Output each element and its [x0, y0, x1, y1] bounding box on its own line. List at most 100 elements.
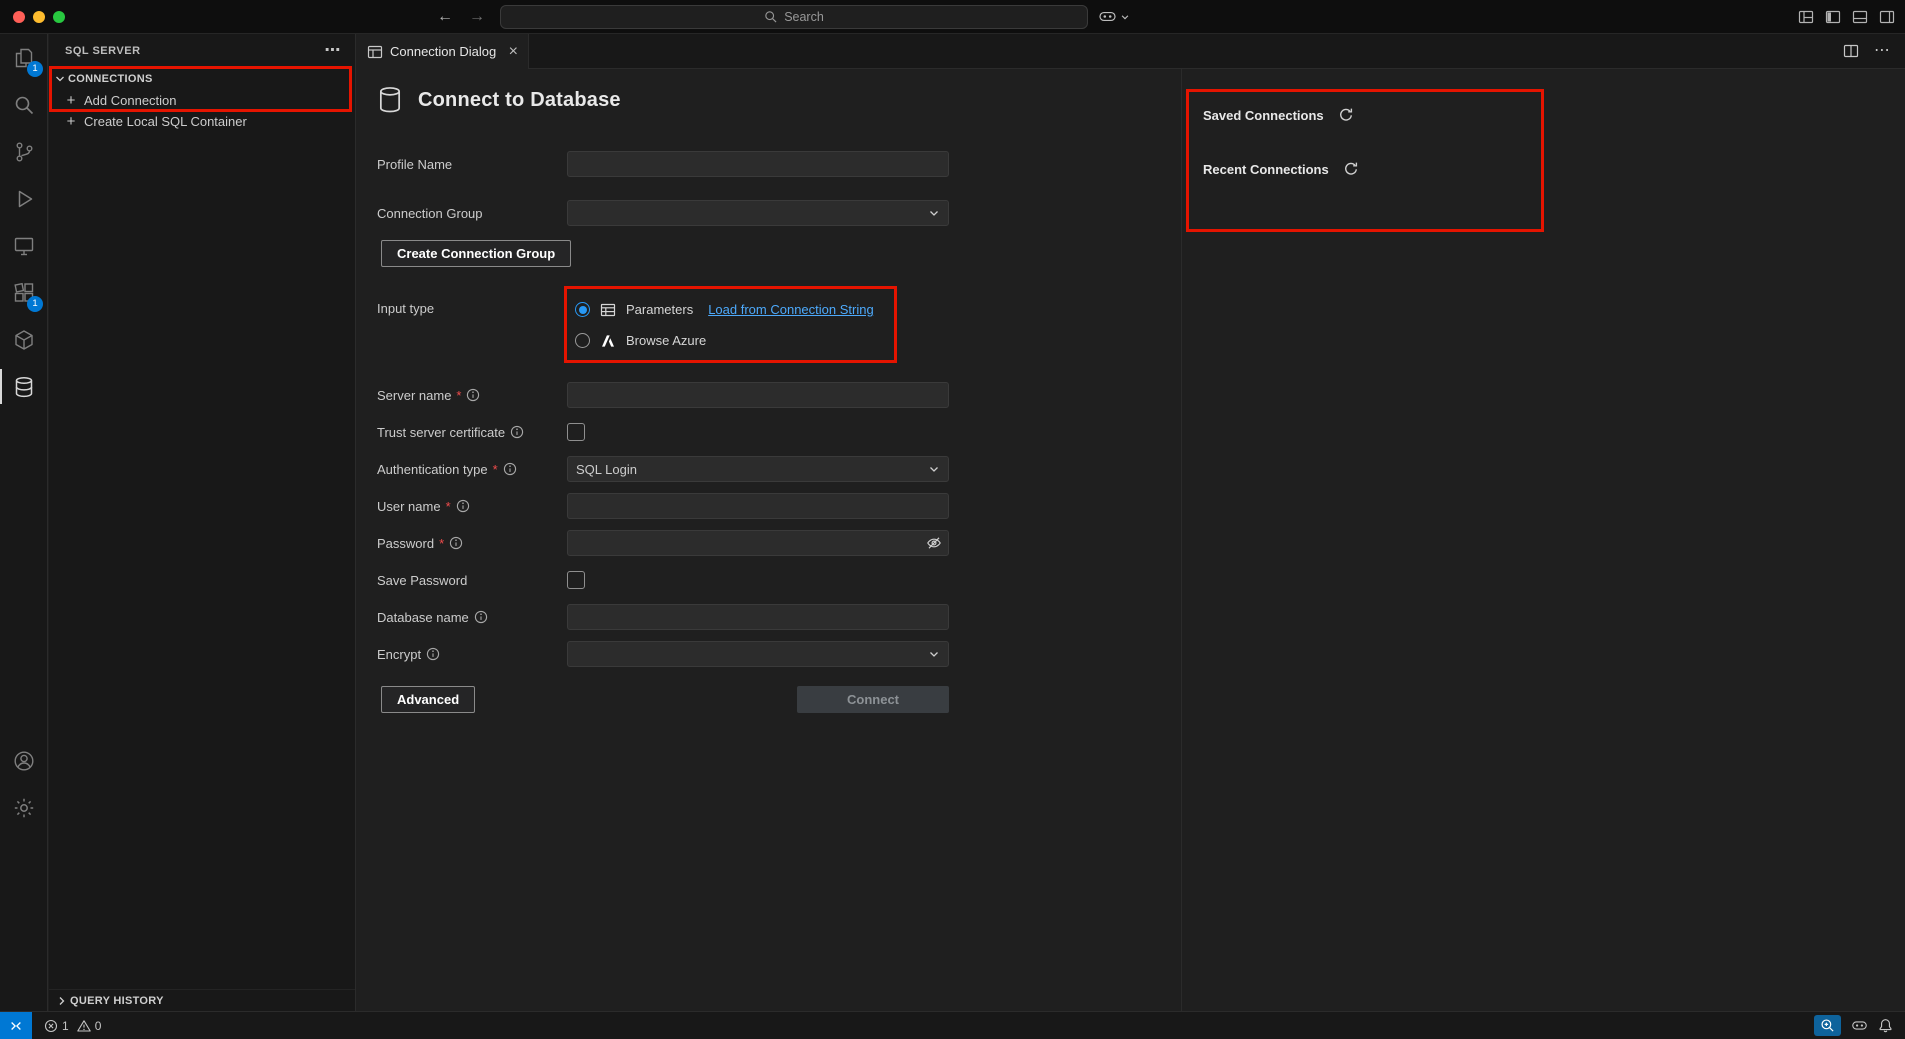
refresh-icon[interactable] [1338, 107, 1354, 123]
activity-remote-explorer-button[interactable] [0, 222, 47, 269]
info-icon[interactable] [510, 425, 524, 439]
info-icon[interactable] [474, 610, 488, 624]
close-tab-icon[interactable]: × [509, 44, 518, 60]
user-name-input[interactable] [567, 493, 949, 519]
forward-icon[interactable]: → [469, 8, 485, 26]
chevron-down-icon [928, 463, 940, 475]
parameters-radio[interactable] [575, 302, 590, 317]
sidebar: SQL SERVER ⋯ CONNECTIONS + Add Connectio… [49, 34, 356, 1011]
error-icon [44, 1019, 58, 1033]
connections-section-header[interactable]: CONNECTIONS [49, 68, 355, 90]
create-connection-group-button[interactable]: Create Connection Group [381, 240, 571, 267]
run-debug-icon [12, 187, 36, 211]
azure-icon [600, 333, 616, 349]
connection-dialog-panel: Connect to Database Profile Name Connect… [357, 69, 1181, 1011]
customize-layout-icon[interactable] [1798, 9, 1814, 25]
remote-indicator-button[interactable] [0, 1012, 32, 1039]
connection-dialog-tab-icon [367, 44, 383, 60]
sidebar-title: SQL SERVER [65, 45, 141, 57]
accounts-button[interactable] [0, 737, 47, 784]
minimize-window-button[interactable] [33, 11, 45, 23]
activity-explorer-button[interactable]: 1 [0, 34, 47, 81]
chevron-down-icon [928, 648, 940, 660]
search-input[interactable]: Search [500, 5, 1088, 29]
info-icon[interactable] [466, 388, 480, 402]
server-name-input[interactable] [567, 382, 949, 408]
account-icon [12, 749, 36, 773]
password-input[interactable] [567, 530, 949, 556]
notifications-bell-icon[interactable] [1878, 1018, 1893, 1033]
activity-bar-bottom [0, 737, 47, 831]
editor-area: Connection Dialog × ⋯ Connect to Databas… [357, 34, 1905, 1011]
database-name-label: Database name [377, 610, 567, 625]
create-local-sql-container-label: Create Local SQL Container [84, 114, 247, 129]
authentication-type-value: SQL Login [576, 462, 637, 477]
activity-sql-server-button[interactable] [0, 363, 47, 410]
encrypt-dropdown[interactable] [567, 641, 949, 667]
back-icon[interactable]: ← [437, 8, 453, 26]
chevron-right-icon [54, 993, 70, 1009]
activity-source-control-button[interactable] [0, 128, 47, 175]
sidebar-more-actions-button[interactable]: ⋯ [325, 43, 342, 59]
activity-extensions-button[interactable]: 1 [0, 269, 47, 316]
parameters-icon [600, 302, 616, 318]
close-window-button[interactable] [13, 11, 25, 23]
info-icon[interactable] [426, 647, 440, 661]
split-editor-icon[interactable] [1843, 43, 1859, 59]
toggle-secondary-sidebar-icon[interactable] [1879, 9, 1895, 25]
sidebar-header: SQL SERVER ⋯ [49, 34, 355, 68]
refresh-icon[interactable] [1343, 161, 1359, 177]
add-connection-label: Add Connection [84, 93, 177, 108]
remote-icon [9, 1019, 23, 1033]
query-history-label: QUERY HISTORY [70, 995, 164, 1007]
add-icon: + [63, 113, 79, 130]
trust-server-certificate-label: Trust server certificate [377, 425, 567, 440]
connect-button[interactable]: Connect [797, 686, 949, 713]
connections-tree: CONNECTIONS + Add Connection + Create Lo… [49, 68, 355, 132]
browse-azure-label: Browse Azure [626, 333, 706, 348]
tab-connection-dialog[interactable]: Connection Dialog × [357, 34, 529, 69]
problems-status-button[interactable]: 1 0 [38, 1019, 111, 1033]
add-connection-item[interactable]: + Add Connection [49, 90, 355, 111]
toggle-panel-icon[interactable] [1852, 9, 1868, 25]
activity-run-debug-button[interactable] [0, 175, 47, 222]
search-icon [764, 10, 778, 24]
create-local-sql-container-item[interactable]: + Create Local SQL Container [49, 111, 355, 132]
profile-name-input[interactable] [567, 151, 949, 177]
activity-search-button[interactable] [0, 81, 47, 128]
settings-button[interactable] [0, 784, 47, 831]
toggle-primary-sidebar-icon[interactable] [1825, 9, 1841, 25]
explorer-badge: 1 [27, 61, 43, 77]
tab-label: Connection Dialog [390, 44, 496, 59]
eye-off-icon[interactable] [926, 535, 942, 551]
load-from-connection-string-link[interactable]: Load from Connection String [708, 302, 873, 317]
encrypt-label: Encrypt [377, 647, 567, 662]
copilot-menu-button[interactable] [1098, 0, 1130, 33]
info-icon[interactable] [449, 536, 463, 550]
authentication-type-dropdown[interactable]: SQL Login [567, 456, 949, 482]
required-marker: * [439, 536, 444, 551]
save-password-checkbox[interactable] [567, 571, 585, 589]
activity-containers-button[interactable] [0, 316, 47, 363]
recent-connections-title: Recent Connections [1203, 162, 1329, 177]
copilot-status-icon[interactable] [1851, 1017, 1868, 1034]
search-icon [12, 93, 36, 117]
editor-more-actions-button[interactable]: ⋯ [1874, 43, 1890, 59]
info-icon[interactable] [503, 462, 517, 476]
fullscreen-window-button[interactable] [53, 11, 65, 23]
source-control-icon [12, 140, 36, 164]
advanced-button[interactable]: Advanced [381, 686, 475, 713]
query-history-section-header[interactable]: QUERY HISTORY [49, 989, 355, 1011]
connections-side-panel: Saved Connections Recent Connections [1181, 69, 1905, 1011]
browse-azure-radio[interactable] [575, 333, 590, 348]
profile-name-label: Profile Name [377, 157, 567, 172]
zoom-status-button[interactable] [1814, 1015, 1841, 1036]
connection-group-dropdown[interactable] [567, 200, 949, 226]
info-icon[interactable] [456, 499, 470, 513]
database-name-input[interactable] [567, 604, 949, 630]
sql-server-database-icon [12, 375, 36, 399]
required-marker: * [493, 462, 498, 477]
editor-actions: ⋯ [1843, 34, 1905, 68]
trust-server-certificate-checkbox[interactable] [567, 423, 585, 441]
chevron-down-icon [52, 71, 68, 87]
